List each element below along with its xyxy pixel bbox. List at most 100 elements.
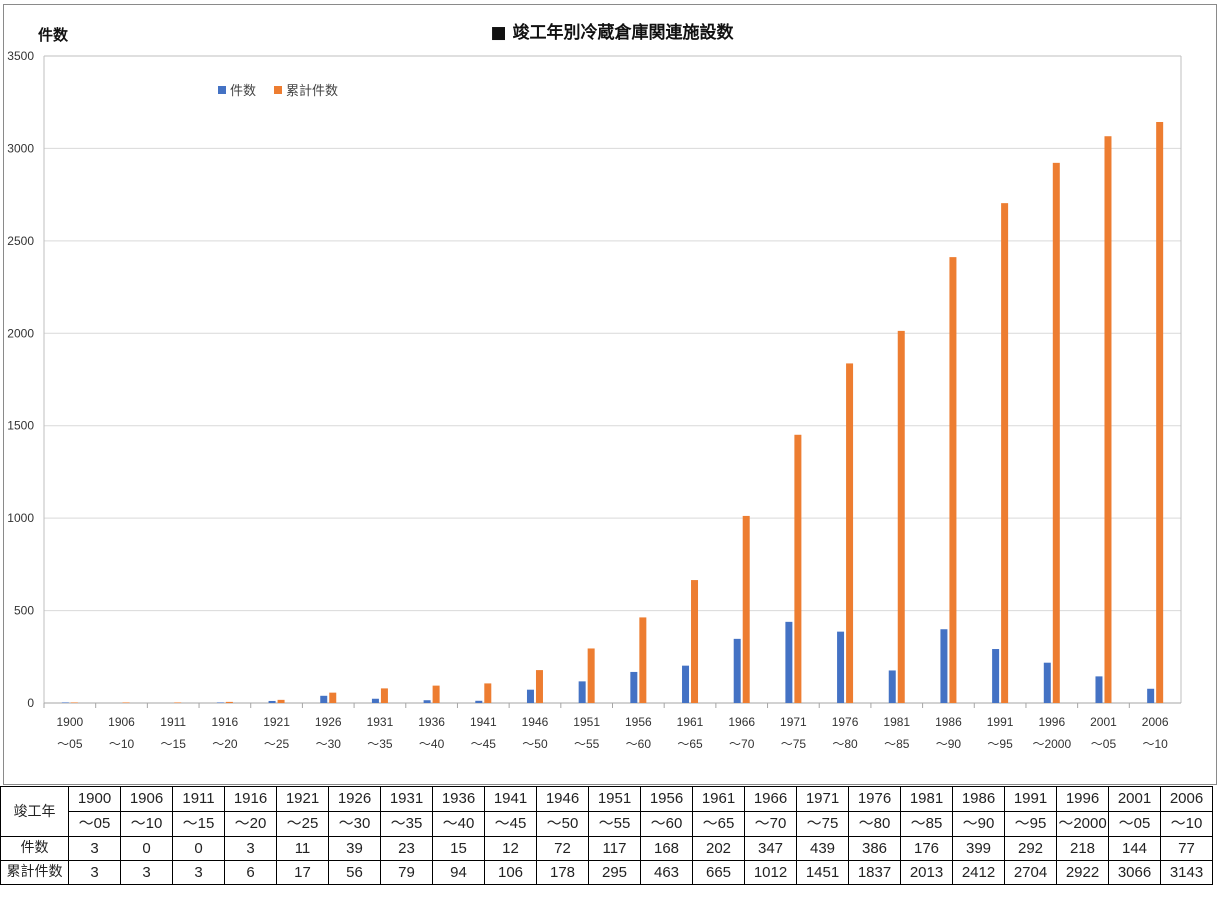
bars [61,121,1164,704]
x-tick-label-year: 1976 [832,715,859,729]
table-period-end: 〜70 [744,811,797,837]
bar-count [1095,676,1103,703]
bar-count [733,638,741,703]
table-period-start: 1976 [848,786,901,812]
bar-cumulative [1001,203,1009,703]
table-period-start: 1966 [744,786,797,812]
bar-count [578,681,586,703]
table-period-end: 〜95 [1004,811,1057,837]
bar-cumulative [70,702,78,703]
table-period-start: 1900 [68,786,121,812]
y-tick-label: 500 [14,604,34,618]
gridlines [43,55,1182,704]
legend-label: 件数 [230,84,256,99]
data-table: 竣工年 1900 1906 1911 1916 1921 1926 1931 1936 1941 1… [0,786,1213,885]
x-tick-label-range: 〜30 [316,737,342,751]
table-period-start: 1926 [328,786,381,812]
table-period-end: 〜50 [536,811,589,837]
bar-cumulative [432,685,440,703]
bar-count [992,649,1000,703]
table-period-end: 〜45 [484,811,537,837]
table-period-start: 1931 [380,786,433,812]
table-cell-cumulative: 3 [172,860,225,885]
bar-count [320,695,328,703]
table-period-start: 2006 [1160,786,1213,812]
bar-count [1147,688,1155,703]
x-tick-label-year: 1996 [1038,715,1065,729]
bar-cumulative [1052,162,1060,704]
x-tick-label-range: 〜15 [161,737,187,751]
table-cell-count: 218 [1056,836,1109,861]
x-tick-label-year: 1981 [883,715,910,729]
table-row-cumulative: 累計件数 3 3 3 6 17 56 79 94 106 178 295 463 665 1012 1451 1… [0,860,1213,885]
table-cell-count: 11 [276,836,329,861]
x-tick-label-year: 1931 [367,715,394,729]
table-cell-cumulative: 2922 [1056,860,1109,885]
x-tick-label-range: 〜80 [832,737,858,751]
table-cell-count: 3 [68,836,121,861]
table-period-start: 1991 [1004,786,1057,812]
table-period-start: 1961 [692,786,745,812]
bar-cumulative [329,692,337,703]
x-tick-label-year: 1961 [677,715,704,729]
table-period-end: 〜60 [640,811,693,837]
table-cell-count: 386 [848,836,901,861]
legend-swatch [218,86,226,94]
x-tick-label-range: 〜90 [936,737,962,751]
table-row-label: 累計件数 [0,860,69,885]
x-axis-ticks: 1900 〜05 1906 〜10 1911 〜15 1916 〜20 1921 〜25 1926 〜… [43,703,1169,751]
table-period-start: 1971 [796,786,849,812]
chart-title: ■ 竣工年別冷蔵倉庫関連施設数 [491,22,735,43]
table-cell-cumulative: 56 [328,860,381,885]
bar-count [423,700,431,703]
table-period-end: 〜30 [328,811,381,837]
x-tick-label-year: 1926 [315,715,342,729]
bar-cumulative [174,702,182,703]
bar-count [785,621,793,703]
table-cell-cumulative: 79 [380,860,433,885]
x-tick-label-year: 2001 [1090,715,1117,729]
x-tick-label-range: 〜2000 [1032,737,1071,751]
table-period-start: 1986 [952,786,1005,812]
table-period-start: 1936 [432,786,485,812]
bar-count [682,665,690,703]
table-cell-count: 39 [328,836,381,861]
x-tick-label-year: 1991 [987,715,1014,729]
x-tick-label-range: 〜10 [109,737,135,751]
table-cell-cumulative: 2412 [952,860,1005,885]
table-cell-cumulative: 463 [640,860,693,885]
table-cell-count: 399 [952,836,1005,861]
table-period-end: 〜40 [432,811,485,837]
x-tick-label-year: 1921 [263,715,290,729]
table-cell-count: 72 [536,836,589,861]
table-cell-count: 0 [172,836,225,861]
x-tick-label-year: 2006 [1142,715,1169,729]
table-cell-cumulative: 3 [68,860,121,885]
bar-cumulative [949,257,957,703]
table-period-end: 〜05 [68,811,121,837]
bar-cumulative [846,363,854,703]
x-tick-label-range: 〜10 [1142,737,1168,751]
x-tick-label-year: 1916 [212,715,239,729]
table-period-start: 1916 [224,786,277,812]
x-tick-label-year: 1951 [573,715,600,729]
table-period-end: 〜2000 [1056,811,1109,837]
x-tick-label-range: 〜25 [264,737,290,751]
bar-cumulative [535,670,543,703]
table-row-period-end: 〜05 〜10 〜15 〜20 〜25 〜30 〜35 〜40 〜45 〜50 〜55 〜60 〜65 〜… [1,811,1213,837]
table-row-period-start: 竣工年 1900 1906 1911 1916 1921 1926 1931 1936 1941 1… [0,786,1213,837]
x-tick-label-year: 1956 [625,715,652,729]
table-cell-cumulative: 3 [120,860,173,885]
table-cell-cumulative: 1451 [796,860,849,885]
bar-cumulative [639,617,647,703]
x-tick-label-range: 〜40 [419,737,445,751]
table-cell-count: 202 [692,836,745,861]
legend-label: 累計件数 [286,83,338,99]
table-cell-count: 168 [640,836,693,861]
table-cell-count: 176 [900,836,953,861]
x-tick-label-range: 〜50 [522,737,548,751]
bar-count [61,702,69,703]
table-cell-count: 144 [1108,836,1161,861]
bar-cumulative [691,580,699,703]
table-header-label: 竣工年 [0,786,69,837]
